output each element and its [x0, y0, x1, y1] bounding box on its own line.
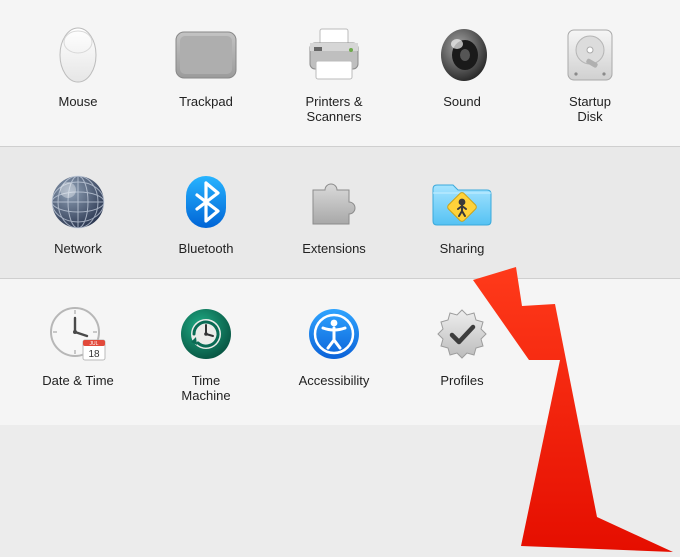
- pref-label: Extensions: [270, 241, 398, 256]
- mouse-icon: [14, 22, 142, 88]
- pref-startup-disk[interactable]: Startup Disk: [526, 22, 654, 124]
- svg-text:JUL: JUL: [90, 341, 99, 347]
- globe-icon: [14, 169, 142, 235]
- accessibility-icon: [270, 301, 398, 367]
- pref-label: Sound: [398, 94, 526, 109]
- pref-label: Accessibility: [270, 373, 398, 388]
- pref-label: Date & Time: [14, 373, 142, 388]
- prefs-row-hardware: Mouse Trackpad Printers & Scanners: [0, 0, 680, 146]
- pref-label: Network: [14, 241, 142, 256]
- pref-trackpad[interactable]: Trackpad: [142, 22, 270, 109]
- pref-label: Profiles: [398, 373, 526, 388]
- pref-label: Printers & Scanners: [270, 94, 398, 124]
- pref-sharing[interactable]: Sharing: [398, 169, 526, 256]
- prefs-row-network: Network Bluetooth Extensions: [0, 147, 680, 278]
- pref-extensions[interactable]: Extensions: [270, 169, 398, 256]
- pref-label: Startup Disk: [526, 94, 654, 124]
- speaker-icon: [398, 22, 526, 88]
- puzzle-icon: [270, 169, 398, 235]
- pref-sound[interactable]: Sound: [398, 22, 526, 109]
- pref-time-machine[interactable]: Time Machine: [142, 301, 270, 403]
- bluetooth-icon: [142, 169, 270, 235]
- pref-printers[interactable]: Printers & Scanners: [270, 22, 398, 124]
- timemachine-icon: [142, 301, 270, 367]
- pref-label: Time Machine: [142, 373, 270, 403]
- pref-network[interactable]: Network: [14, 169, 142, 256]
- svg-text:18: 18: [88, 349, 100, 360]
- pref-label: Mouse: [14, 94, 142, 109]
- prefs-row-system: JUL 18 Date & Time Time Machine: [0, 279, 680, 425]
- printer-icon: [270, 22, 398, 88]
- trackpad-icon: [142, 22, 270, 88]
- pref-bluetooth[interactable]: Bluetooth: [142, 169, 270, 256]
- pref-accessibility[interactable]: Accessibility: [270, 301, 398, 388]
- pref-label: Sharing: [398, 241, 526, 256]
- pref-label: Trackpad: [142, 94, 270, 109]
- pref-label: Bluetooth: [142, 241, 270, 256]
- pref-date-time[interactable]: JUL 18 Date & Time: [14, 301, 142, 388]
- disk-icon: [526, 22, 654, 88]
- pref-profiles[interactable]: Profiles: [398, 301, 526, 388]
- sharing-folder-icon: [398, 169, 526, 235]
- badge-check-icon: [398, 301, 526, 367]
- clock-icon: JUL 18: [14, 301, 142, 367]
- pref-mouse[interactable]: Mouse: [14, 22, 142, 109]
